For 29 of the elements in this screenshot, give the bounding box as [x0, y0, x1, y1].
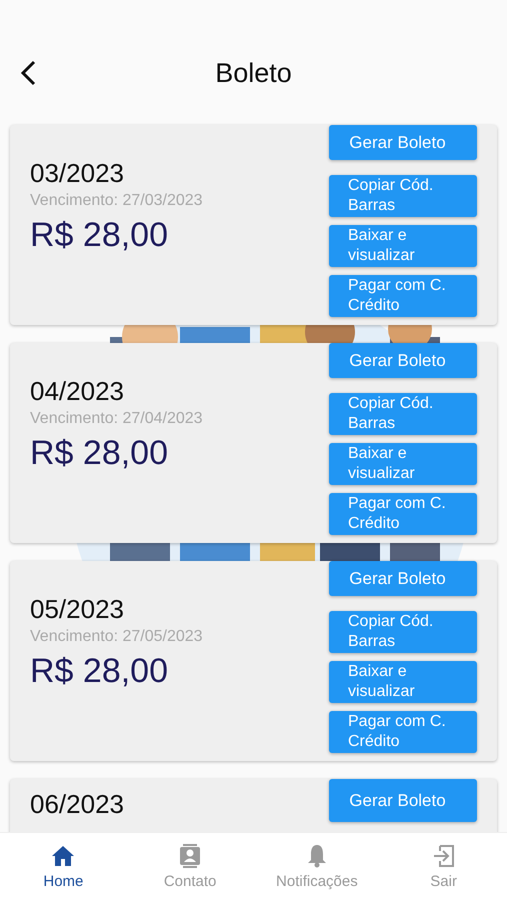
action-button[interactable]: Baixar e visualizar [329, 661, 477, 703]
due-date: Vencimento: 27/05/2023 [30, 627, 203, 647]
nav-tab[interactable]: Notificações [254, 833, 380, 900]
action-button[interactable]: Copiar Cód. Barras [329, 611, 477, 653]
action-button[interactable]: Gerar Boleto [329, 125, 477, 160]
period-text: 04/2023 [30, 376, 125, 406]
action-button[interactable]: Pagar com C. Crédito [329, 275, 477, 317]
action-button[interactable]: Pagar com C. Crédito [329, 493, 477, 535]
nav-tab[interactable]: Sair [380, 833, 507, 900]
period-text: 05/2023 [30, 594, 125, 624]
nav-tab[interactable]: Contato [126, 833, 254, 900]
amount-text: R$ 28,00 [30, 215, 169, 255]
action-button[interactable]: Gerar Boleto [329, 343, 477, 378]
action-button[interactable]: Gerar Boleto [329, 779, 477, 822]
action-button[interactable]: Baixar e visualizar [329, 225, 477, 267]
period-text: 03/2023 [30, 158, 125, 188]
period-text: 06/2023 [30, 789, 124, 819]
home-icon [50, 843, 76, 869]
action-button[interactable]: Baixar e visualizar [329, 443, 477, 485]
due-date: Vencimento: 27/03/2023 [30, 191, 203, 211]
page-title: Boleto [215, 56, 292, 90]
action-button[interactable]: Copiar Cód. Barras [329, 175, 477, 217]
amount-text: R$ 28,00 [30, 651, 169, 691]
due-date: Vencimento: 27/04/2023 [30, 409, 203, 429]
amount-text: R$ 28,00 [30, 433, 169, 473]
action-button[interactable]: Pagar com C. Crédito [329, 711, 477, 753]
nav-tab[interactable]: Home [0, 833, 127, 900]
action-button[interactable]: Copiar Cód. Barras [329, 393, 477, 435]
action-button[interactable]: Gerar Boleto [329, 561, 477, 596]
